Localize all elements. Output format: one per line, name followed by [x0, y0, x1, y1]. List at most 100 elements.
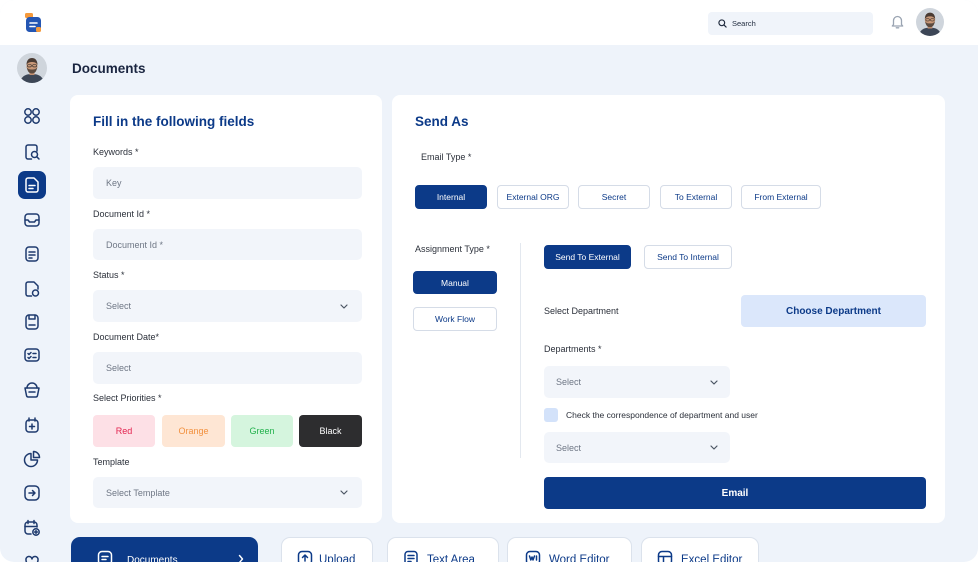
- priority-orange-button[interactable]: Orange: [162, 415, 225, 447]
- correspondence-checkbox[interactable]: [544, 408, 558, 422]
- notes-icon: [25, 246, 39, 262]
- tab-text-area-label: Text Area: [427, 554, 475, 562]
- send-as-card: Send As Email Type * Internal External O…: [392, 95, 945, 523]
- sidebar-item-search-documents[interactable]: [18, 138, 46, 166]
- sidebar-item-checklist[interactable]: [18, 341, 46, 369]
- priority-black-button[interactable]: Black: [299, 415, 362, 447]
- sidebar-item-notes[interactable]: [18, 240, 46, 268]
- pie-chart-icon: [23, 450, 41, 468]
- document-fields-card: Fill in the following fields Keywords * …: [70, 95, 382, 523]
- assignment-type-label: Assignment Type *: [415, 244, 490, 254]
- word-editor-icon: [525, 550, 541, 562]
- inbox-icon: [24, 213, 40, 227]
- priority-green-button[interactable]: Green: [231, 415, 293, 447]
- choose-department-button[interactable]: Choose Department: [741, 295, 926, 327]
- status-label: Status *: [93, 270, 125, 280]
- tab-word-editor-label: Word Editor: [549, 554, 610, 562]
- vertical-divider: [520, 243, 521, 458]
- sidebar: [0, 45, 64, 562]
- document-icon: [97, 550, 113, 562]
- tab-documents[interactable]: Documents: [71, 537, 258, 562]
- document-id-label: Document Id *: [93, 209, 151, 219]
- keywords-input[interactable]: [93, 167, 362, 199]
- email-type-to-external[interactable]: To External: [660, 185, 732, 209]
- calendar-add-icon: [25, 417, 39, 433]
- app-window: Documents Fill in the following fields K…: [0, 0, 978, 562]
- status-select-value: Select: [106, 301, 132, 311]
- chevron-down-icon: [710, 445, 718, 450]
- tab-documents-label: Documents: [127, 555, 178, 562]
- form-card-title: Fill in the following fields: [93, 114, 255, 129]
- departments-label: Departments *: [544, 344, 602, 354]
- basket-icon: [24, 382, 40, 398]
- app-logo-icon[interactable]: [23, 12, 44, 33]
- sidebar-item-dashboard[interactable]: [18, 102, 46, 130]
- sidebar-item-export[interactable]: [18, 479, 46, 507]
- tab-excel-editor[interactable]: Excel Editor: [641, 537, 759, 562]
- assignment-workflow-button[interactable]: Work Flow: [413, 307, 497, 331]
- priority-red-button[interactable]: Red: [93, 415, 155, 447]
- sidebar-item-basket[interactable]: [18, 376, 46, 404]
- send-to-external-button[interactable]: Send To External: [544, 245, 631, 269]
- search-document-icon: [25, 144, 40, 160]
- page-title: Documents: [72, 61, 146, 76]
- search-input[interactable]: [732, 12, 864, 35]
- chevron-right-icon: [238, 554, 244, 562]
- chevron-down-icon: [710, 379, 718, 385]
- departments-select-value: Select: [556, 377, 582, 387]
- sidebar-item-favorites[interactable]: [18, 548, 46, 562]
- email-button[interactable]: Email: [544, 477, 926, 509]
- document-id-input[interactable]: [93, 229, 362, 260]
- email-type-internal[interactable]: Internal: [415, 185, 487, 209]
- documents-icon: [25, 177, 39, 193]
- export-icon: [24, 485, 40, 501]
- sidebar-item-file-shapes[interactable]: [18, 275, 46, 303]
- email-type-external-org[interactable]: External ORG: [497, 185, 569, 209]
- text-area-icon: [404, 550, 418, 562]
- tab-word-editor[interactable]: Word Editor: [507, 537, 632, 562]
- document-date-input[interactable]: [93, 352, 362, 384]
- select-department-label: Select Department: [544, 306, 619, 316]
- file-shapes-icon: [25, 281, 40, 297]
- sidebar-item-calendar-add[interactable]: [18, 411, 46, 439]
- send-card-title: Send As: [415, 114, 469, 129]
- priorities-label: Select Priorities *: [93, 393, 162, 403]
- send-to-internal-button[interactable]: Send To Internal: [644, 245, 732, 269]
- template-select[interactable]: Select Template: [93, 477, 362, 508]
- email-type-from-external[interactable]: From External: [741, 185, 821, 209]
- departments-select[interactable]: Select: [544, 366, 730, 398]
- status-select[interactable]: Select: [93, 290, 362, 322]
- document-date-label: Document Date*: [93, 332, 160, 342]
- favorites-icon: [25, 555, 39, 562]
- sidebar-item-reports[interactable]: [18, 445, 46, 473]
- template-label: Template: [93, 457, 130, 467]
- sidebar-item-save-document[interactable]: [18, 308, 46, 336]
- checklist-icon: [24, 348, 40, 362]
- tab-upload[interactable]: Upload: [281, 537, 373, 562]
- search-box[interactable]: [708, 12, 873, 35]
- chevron-down-icon: [340, 490, 348, 495]
- user-select[interactable]: Select: [544, 432, 730, 463]
- sidebar-item-schedule[interactable]: [18, 514, 46, 542]
- bell-icon[interactable]: [891, 14, 904, 29]
- search-icon: [718, 19, 727, 28]
- user-select-value: Select: [556, 442, 582, 453]
- keywords-label: Keywords *: [93, 147, 139, 157]
- user-avatar[interactable]: [916, 8, 944, 36]
- correspondence-checkbox-label: Check the correspondence of department a…: [566, 410, 758, 420]
- chevron-down-icon: [340, 303, 348, 309]
- excel-editor-icon: [657, 550, 673, 562]
- email-type-label: Email Type *: [421, 152, 472, 162]
- sidebar-item-documents[interactable]: [18, 171, 46, 199]
- tab-text-area[interactable]: Text Area: [387, 537, 499, 562]
- dashboard-grid-icon: [24, 108, 40, 124]
- tab-excel-editor-label: Excel Editor: [681, 554, 743, 562]
- top-bar: [0, 0, 978, 45]
- schedule-add-icon: [24, 519, 40, 536]
- sidebar-item-inbox[interactable]: [18, 206, 46, 234]
- email-type-secret[interactable]: Secret: [578, 185, 650, 209]
- assignment-manual-button[interactable]: Manual: [413, 271, 497, 294]
- template-select-value: Select Template: [106, 487, 170, 498]
- save-document-icon: [25, 314, 39, 330]
- upload-icon: [297, 550, 313, 562]
